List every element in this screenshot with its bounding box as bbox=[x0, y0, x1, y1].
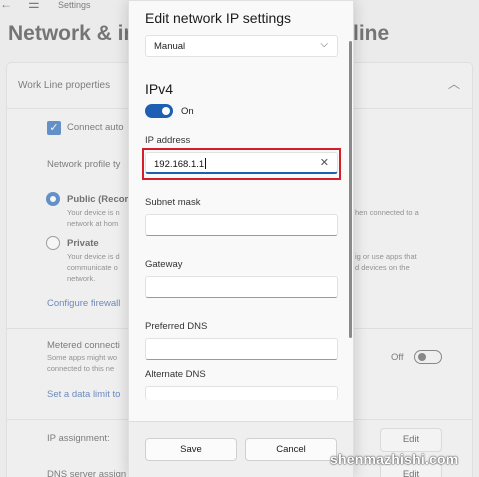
save-button[interactable]: Save bbox=[145, 438, 237, 461]
preferred-dns-input[interactable] bbox=[145, 338, 338, 360]
preferred-dns-label: Preferred DNS bbox=[145, 321, 208, 332]
dialog-title: Edit network IP settings bbox=[145, 10, 292, 26]
subnet-mask-label: Subnet mask bbox=[145, 197, 201, 208]
gateway-label: Gateway bbox=[145, 259, 183, 270]
ipv4-toggle[interactable] bbox=[145, 104, 173, 118]
ip-mode-dropdown[interactable]: Manual ⌵ bbox=[145, 35, 338, 57]
cancel-button[interactable]: Cancel bbox=[245, 438, 337, 461]
scrollbar[interactable] bbox=[349, 41, 352, 338]
chevron-down-icon: ⌵ bbox=[320, 39, 328, 50]
ipv4-toggle-label: On bbox=[181, 106, 194, 117]
ipv4-heading: IPv4 bbox=[145, 81, 174, 97]
alternate-dns-label: Alternate DNS bbox=[145, 369, 206, 380]
watermark-text: shenmazhishi.com bbox=[330, 451, 459, 467]
dialog-footer: Save Cancel bbox=[129, 421, 353, 477]
ip-address-label: IP address bbox=[145, 135, 191, 146]
edit-ip-settings-dialog: Edit network IP settings Manual ⌵ IPv4 O… bbox=[128, 0, 354, 477]
highlight-box bbox=[142, 148, 341, 180]
alternate-dns-input[interactable] bbox=[145, 386, 338, 400]
gateway-input[interactable] bbox=[145, 276, 338, 298]
ip-mode-value: Manual bbox=[154, 41, 186, 52]
subnet-mask-input[interactable] bbox=[145, 214, 338, 236]
